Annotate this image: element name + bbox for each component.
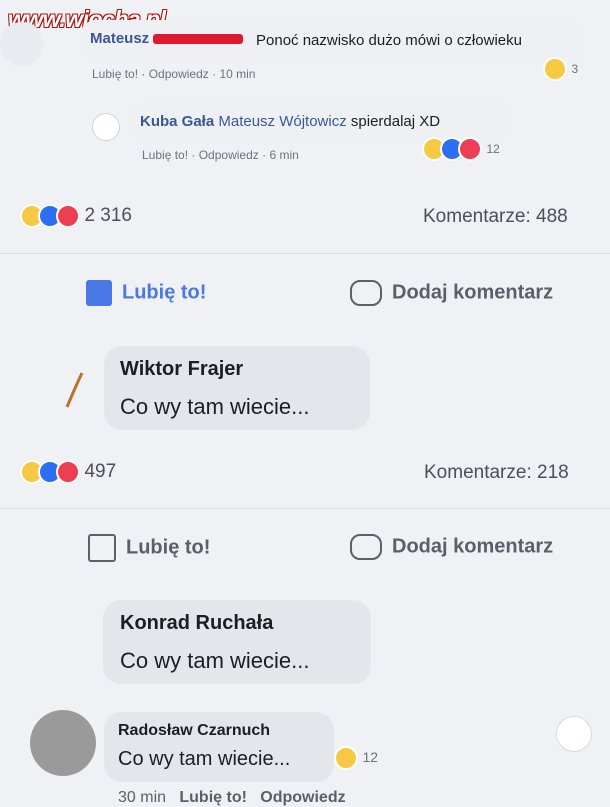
- speech-bubble-icon: [350, 280, 382, 306]
- comment-time: 30 min: [118, 789, 167, 806]
- reaction-badge: 12: [422, 137, 500, 161]
- comment-button[interactable]: Dodaj komentarz: [350, 534, 553, 560]
- reply-link[interactable]: Odpowiedz: [149, 67, 209, 81]
- avatar: [62, 370, 86, 410]
- comment-author[interactable]: Wiktor Frajer: [120, 358, 243, 381]
- comments-count[interactable]: Komentarze: 218: [424, 462, 569, 484]
- comment-author[interactable]: Radosław Czarnuch: [118, 722, 270, 740]
- comment-author[interactable]: Mateusz: [90, 30, 244, 47]
- comment-text: Co wy tam wiecie...: [120, 648, 310, 673]
- reply-link[interactable]: Odpowiedz: [199, 148, 259, 162]
- haha-icon: [543, 57, 567, 81]
- reaction-badge: 12: [334, 746, 378, 770]
- comment-time: 6 min: [269, 148, 299, 162]
- comment-time: 10 min: [219, 67, 256, 81]
- comment-text: Co wy tam wiecie...: [118, 748, 291, 770]
- comments-count[interactable]: Komentarze: 488: [423, 206, 568, 228]
- comment-author[interactable]: Konrad Ruchała: [120, 612, 273, 635]
- redaction-bar: [153, 34, 244, 45]
- love-icon: [56, 460, 80, 484]
- divider: [0, 508, 610, 509]
- reaction-badge: 3: [543, 57, 578, 81]
- reply-author[interactable]: Kuba Gała: [140, 113, 214, 130]
- like-button[interactable]: Lubię to!: [86, 280, 206, 306]
- reactions-summary[interactable]: 497: [20, 460, 116, 484]
- divider: [0, 253, 610, 254]
- like-button[interactable]: Lubię to!: [88, 534, 210, 562]
- comment-text: Co wy tam wiecie...: [120, 394, 310, 419]
- scroll-button[interactable]: [556, 716, 592, 752]
- like-link[interactable]: Lubię to!: [179, 789, 247, 806]
- reply-link[interactable]: Odpowiedz: [260, 789, 345, 806]
- avatar: [30, 710, 96, 776]
- love-icon: [56, 204, 80, 228]
- reactions-summary[interactable]: 2 316: [20, 204, 132, 228]
- thumbs-up-icon: [86, 280, 112, 306]
- comment-text: Ponoć nazwisko dużo mówi o człowieku: [256, 32, 522, 49]
- thumbs-up-outline-icon: [88, 534, 116, 562]
- reply-actions: Lubię to! · Odpowiedz · 6 min: [142, 148, 299, 162]
- comment-actions: 30 min Lubię to! Odpowiedz: [118, 789, 346, 807]
- like-link[interactable]: Lubię to!: [142, 148, 188, 162]
- reply-content: Kuba Gała Mateusz Wójtowicz spierdalaj X…: [140, 113, 441, 130]
- comment-avatar-placeholder: [0, 22, 44, 66]
- reply-avatar: [92, 113, 120, 141]
- like-link[interactable]: Lubię to!: [92, 67, 138, 81]
- mention[interactable]: Mateusz Wójtowicz: [218, 113, 346, 130]
- speech-bubble-icon: [350, 534, 382, 560]
- comment-actions: Lubię to! · Odpowiedz · 10 min: [92, 67, 256, 81]
- haha-icon: [334, 746, 358, 770]
- love-icon: [458, 137, 482, 161]
- comment-button[interactable]: Dodaj komentarz: [350, 280, 553, 306]
